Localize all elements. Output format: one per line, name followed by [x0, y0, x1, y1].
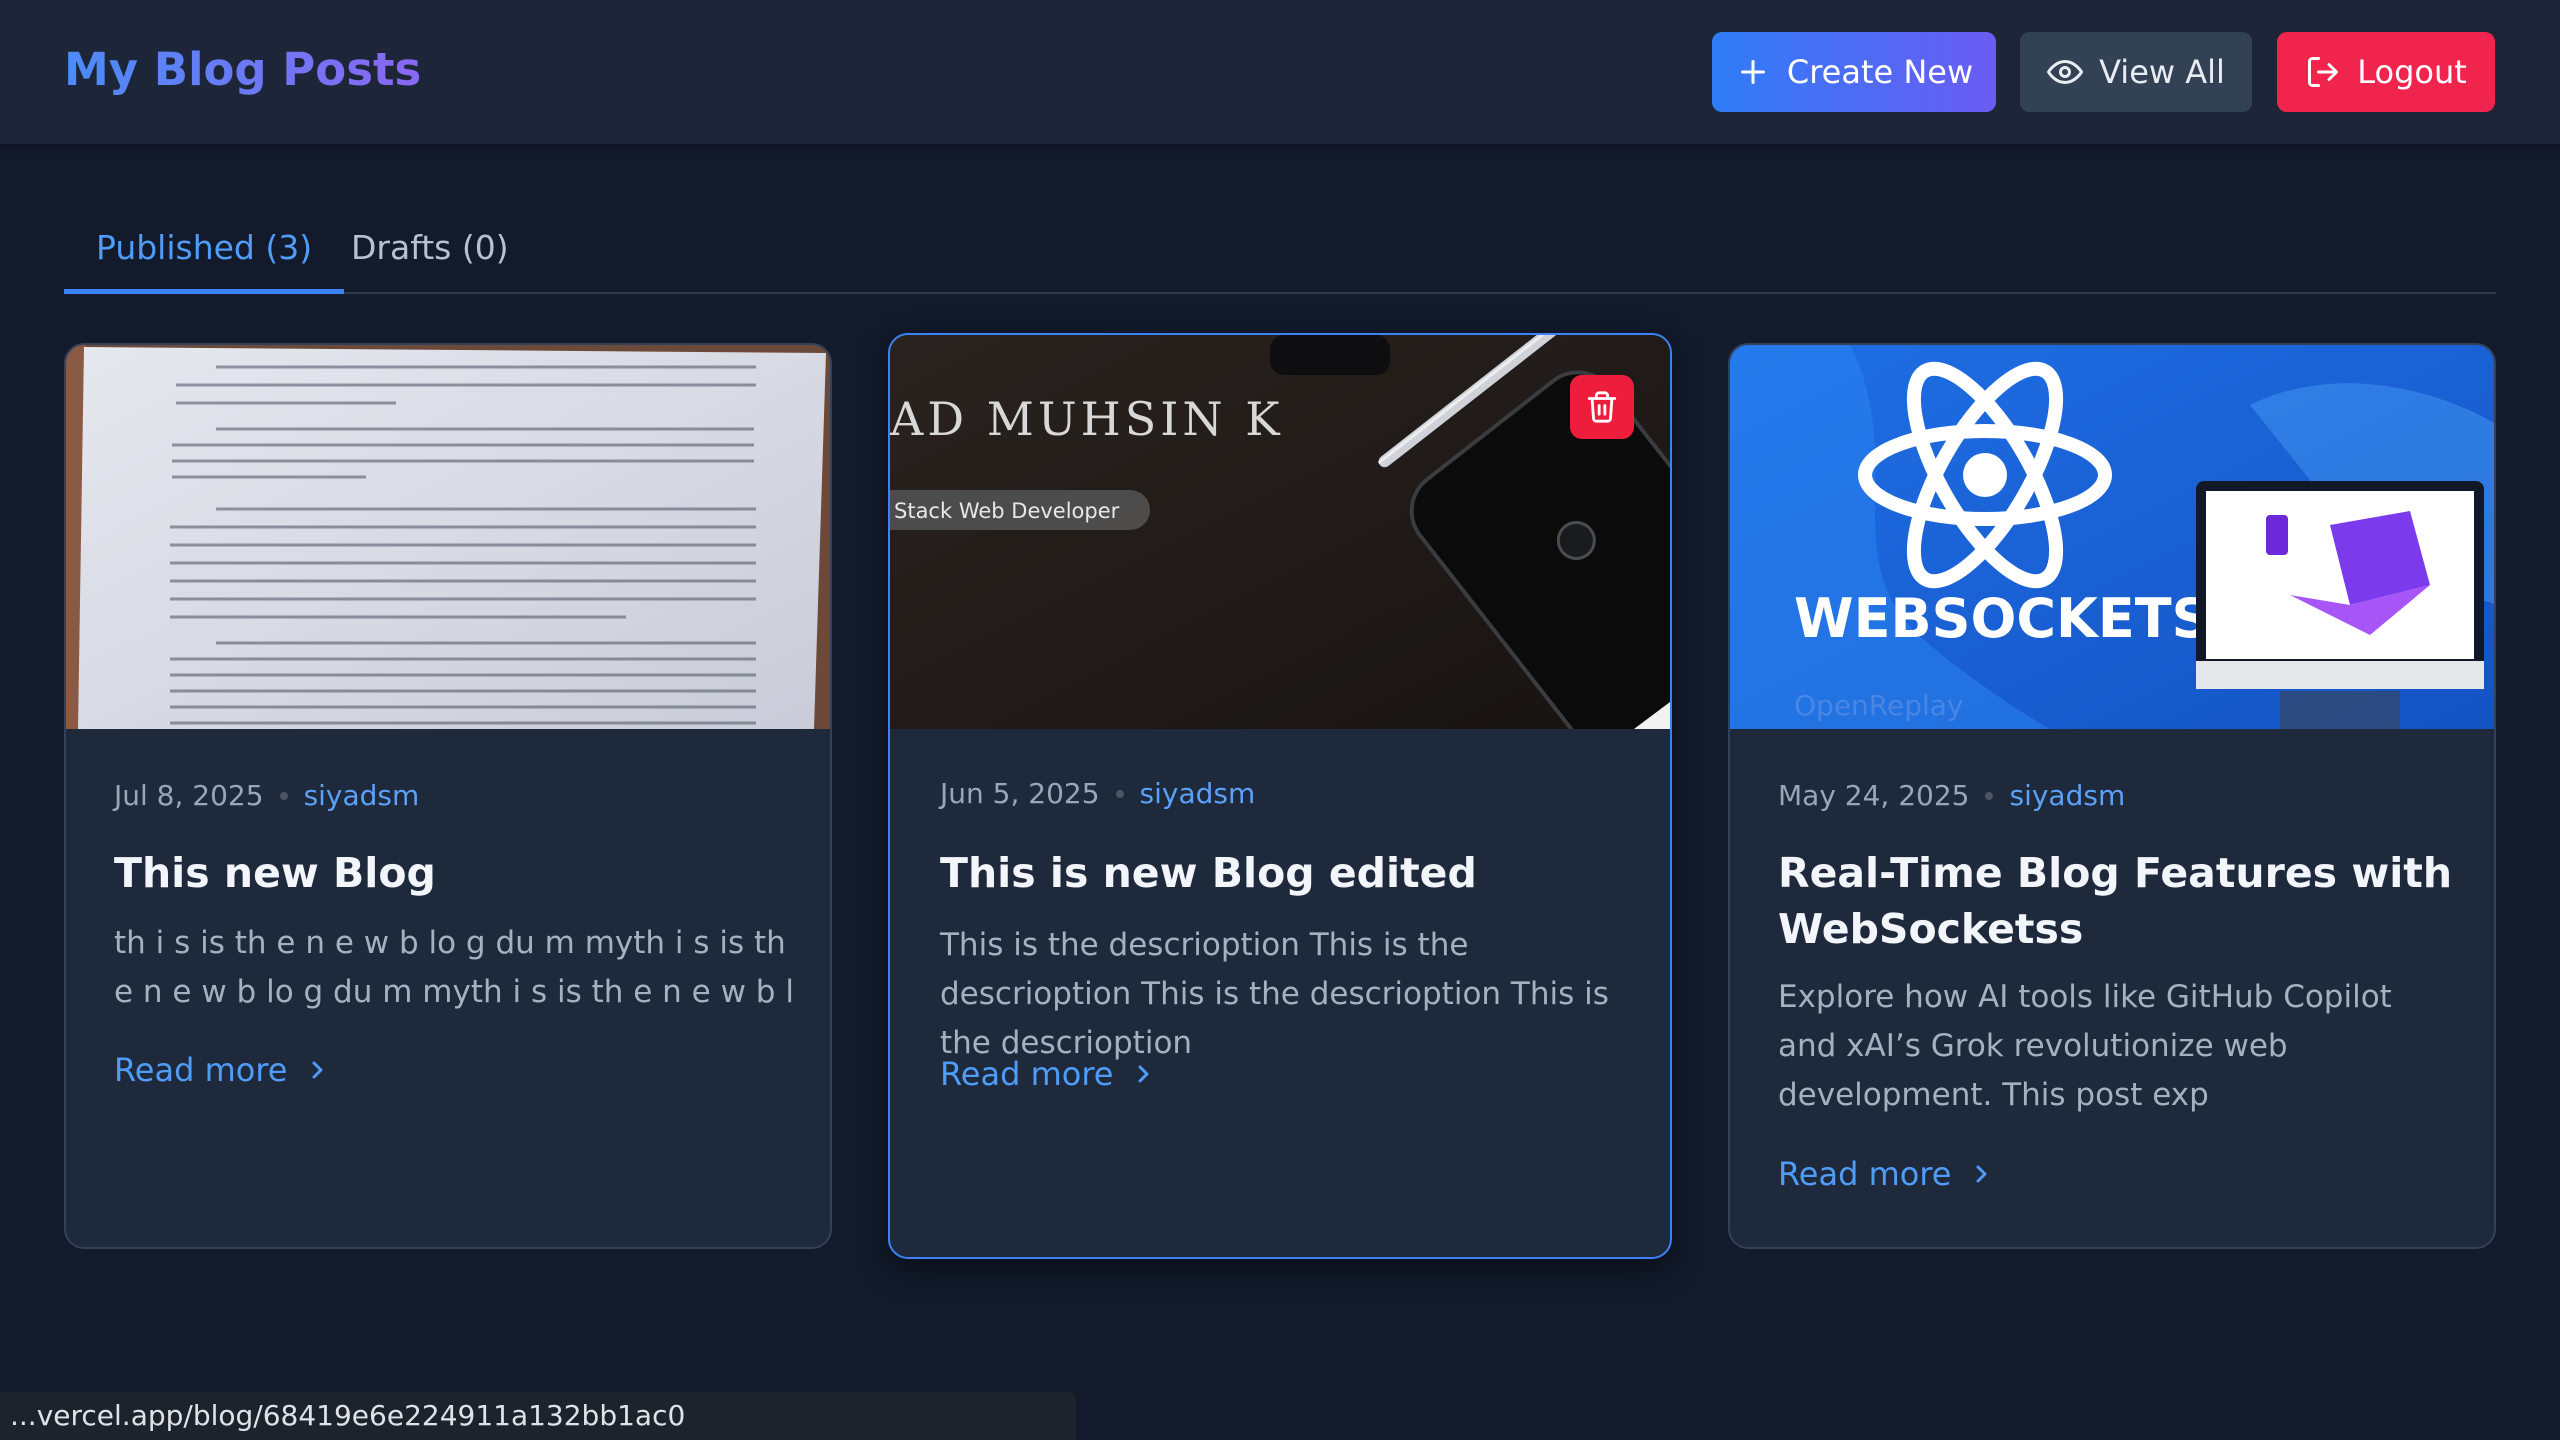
post-cover-image: [66, 345, 830, 729]
plus-icon: [1740, 60, 1765, 84]
delete-post-button[interactable]: [1570, 375, 1634, 439]
read-more-link[interactable]: Read more: [940, 1055, 1155, 1093]
create-new-button[interactable]: Create New: [1712, 32, 1996, 112]
post-card[interactable]: AD MUHSIN K Stack Web Developer Jun 5, 2…: [888, 333, 1672, 1259]
top-navbar: My Blog Posts Create New View All Logout: [0, 0, 2560, 144]
post-card[interactable]: Jul 8, 2025 siyadsm This new Blog th i s…: [64, 343, 832, 1249]
post-excerpt: This is the descrioption This is the des…: [940, 927, 1609, 1061]
post-title[interactable]: This new Blog: [114, 845, 794, 901]
post-meta: Jun 5, 2025 siyadsm: [940, 777, 1255, 810]
post-date: May 24, 2025: [1778, 779, 1970, 812]
post-cover-image: AD MUHSIN K Stack Web Developer: [890, 335, 1670, 729]
post-date: Jul 8, 2025: [114, 779, 264, 812]
separator-dot: [279, 791, 288, 800]
websockets-banner-image: WEBSOCKETS OpenReplay: [1730, 345, 2494, 729]
desk-phone-image: AD MUHSIN K Stack Web Developer: [890, 335, 1670, 729]
post-title[interactable]: Real-Time Blog Features with WebSocketss: [1778, 845, 2458, 957]
post-author[interactable]: siyadsm: [1140, 777, 1256, 810]
link-preview-status-bar: ...vercel.app/blog/68419e6e224911a132bb1…: [0, 1392, 1076, 1440]
logout-button[interactable]: Logout: [2277, 32, 2495, 112]
banner-heading: WEBSOCKETS: [1794, 587, 2211, 650]
separator-dot: [1115, 789, 1124, 798]
tab-drafts[interactable]: Drafts (0): [319, 216, 541, 294]
post-title[interactable]: This is new Blog edited: [940, 845, 1620, 901]
post-status-tabs: Published (3) Drafts (0): [64, 216, 2496, 294]
read-more-link[interactable]: Read more: [114, 1051, 329, 1089]
view-all-label: View All: [2099, 53, 2225, 91]
chevron-right-icon: [312, 1061, 323, 1079]
post-excerpt: th i s is th e n e w b lo g du m myth i …: [114, 925, 794, 1010]
eye-icon: [2047, 60, 2084, 84]
chevron-right-icon: [1976, 1165, 1987, 1183]
trash-icon: [1587, 391, 1617, 423]
create-new-label: Create New: [1786, 53, 1974, 91]
logout-label: Logout: [2357, 53, 2467, 91]
image-caption-name: AD MUHSIN K: [890, 392, 1284, 446]
post-excerpt: Explore how AI tools like GitHub Copilot…: [1778, 979, 2392, 1113]
post-cover-image: WEBSOCKETS OpenReplay: [1730, 345, 2494, 729]
separator-dot: [1985, 791, 1994, 800]
post-author[interactable]: siyadsm: [304, 779, 420, 812]
read-more-label: Read more: [1778, 1155, 1952, 1193]
post-author[interactable]: siyadsm: [2009, 779, 2125, 812]
read-more-label: Read more: [940, 1055, 1114, 1093]
post-card[interactable]: WEBSOCKETS OpenReplay May 24, 2025 siyad…: [1728, 343, 2496, 1249]
post-meta: Jul 8, 2025 siyadsm: [114, 779, 419, 812]
read-more-link[interactable]: Read more: [1778, 1155, 1993, 1193]
tab-published[interactable]: Published (3): [64, 216, 345, 294]
banner-watermark: OpenReplay: [1794, 689, 1964, 722]
post-meta: May 24, 2025 siyadsm: [1778, 779, 2125, 812]
image-caption-role: Stack Web Developer: [894, 499, 1120, 523]
logout-icon: [2308, 57, 2339, 87]
view-all-button[interactable]: View All: [2020, 32, 2252, 112]
scanned-document-image: [66, 345, 830, 729]
read-more-label: Read more: [114, 1051, 288, 1089]
page-title: My Blog Posts: [64, 40, 421, 100]
post-date: Jun 5, 2025: [940, 777, 1100, 810]
chevron-right-icon: [1138, 1065, 1149, 1083]
